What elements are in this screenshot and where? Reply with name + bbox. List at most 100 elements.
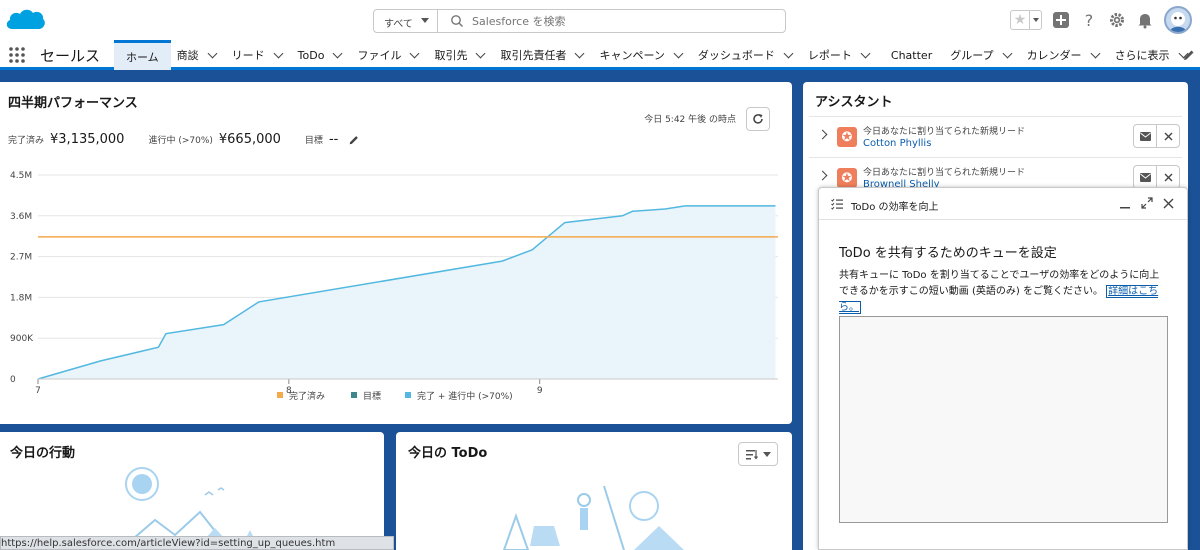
nav-tab[interactable]: 取引先 (428, 40, 494, 70)
todo-empty-illustration (502, 485, 684, 550)
chevron-down-icon[interactable] (1090, 48, 1101, 58)
legend-label: 目標 (363, 390, 381, 402)
nav-tab-label: ファイル (357, 49, 402, 62)
search-scope-dropdown[interactable]: すべて (374, 10, 438, 32)
search-input[interactable] (472, 12, 772, 30)
events-title: 今日の行動 (10, 446, 76, 461)
chevron-down-icon[interactable] (207, 48, 218, 58)
global-add-icon[interactable] (1052, 11, 1070, 29)
nav-tab-label: 取引先責任者 (500, 49, 567, 62)
legend-swatch (277, 392, 283, 398)
chevron-down-icon[interactable] (575, 48, 585, 58)
nav-tab[interactable]: ファイル (351, 40, 428, 70)
nav-tab[interactable]: Chatter (879, 40, 944, 70)
quarterly-performance-card: 四半期パフォーマンス 今日 5:42 午後 の時点 完了済み ¥3,135,00… (0, 82, 792, 424)
video-player[interactable] (839, 316, 1168, 523)
app-name: セールス (40, 47, 101, 65)
app-navigation-bar: セールス ホーム 商談 リード ToDo ファイル 取引先 取引先責任者 キャンペーン ダッシュ… (0, 40, 1200, 70)
goal-label: 目標 (304, 136, 323, 146)
user-avatar[interactable] (1164, 6, 1192, 34)
setup-gear-icon[interactable] (1108, 11, 1126, 29)
expand-chevron-icon[interactable] (817, 170, 828, 181)
favorites-dropdown-icon[interactable] (1029, 11, 1041, 29)
chevron-down-icon[interactable] (1002, 48, 1013, 58)
legend-label: 完了 + 進行中 (>70%) (417, 390, 513, 402)
nav-tab[interactable]: カレンダー (1021, 40, 1109, 70)
chevron-down-icon[interactable] (783, 48, 794, 58)
nav-tab-label: Chatter (890, 48, 933, 62)
chevron-down-icon[interactable] (476, 48, 486, 58)
lead-star-icon: ✪ (837, 127, 857, 147)
y-tick-label: 2.7M (10, 253, 32, 263)
expand-icon[interactable] (1141, 197, 1153, 209)
send-email-button[interactable] (1133, 165, 1157, 189)
panel-header: ToDo の効率を向上 (819, 188, 1187, 220)
chevron-down-icon[interactable] (333, 48, 343, 58)
nav-tab-label: 取引先 (434, 49, 468, 62)
caret-down-icon (421, 18, 429, 23)
nav-tab[interactable]: 取引先責任者 (494, 40, 593, 70)
dismiss-button[interactable] (1156, 165, 1180, 189)
email-icon (1139, 131, 1151, 141)
assistant-title: アシスタント (815, 95, 893, 110)
favorites-group: ★ (1010, 10, 1042, 30)
todo-sort-button[interactable] (738, 442, 778, 466)
nav-tab[interactable]: 商談 (171, 40, 226, 70)
close-icon[interactable] (1163, 198, 1174, 209)
series-area (38, 205, 776, 379)
minimize-icon[interactable] (1119, 198, 1131, 210)
nav-tab[interactable]: ホーム (114, 40, 171, 70)
nav-tab[interactable]: リード (226, 40, 292, 70)
expand-chevron-icon[interactable] (817, 129, 828, 140)
email-icon (1139, 172, 1151, 182)
help-icon[interactable]: ? (1080, 11, 1098, 29)
edit-goal-pencil-icon[interactable] (348, 134, 360, 146)
open-label: 進行中 (>70%) (148, 136, 213, 146)
nav-tab[interactable]: グループ (944, 40, 1020, 70)
chevron-down-icon[interactable] (860, 48, 871, 58)
chevron-down-icon[interactable] (673, 48, 684, 58)
nav-tab[interactable]: レポート (802, 40, 879, 70)
chevron-down-icon[interactable] (410, 48, 420, 58)
astro-avatar-icon (1170, 12, 1186, 32)
assistant-item-text: 今日あなたに割り当てられた新規リード (863, 168, 1026, 178)
nav-tab-label: キャンペーン (599, 49, 665, 62)
nav-tab[interactable]: ToDo (292, 40, 352, 70)
performance-stats: 完了済み ¥3,135,000 進行中 (>70%) ¥665,000 目標 -… (8, 132, 360, 147)
chevron-down-icon[interactable] (273, 48, 284, 58)
lead-star-icon: ✪ (837, 168, 857, 188)
assistant-item-text: 今日あなたに割り当てられた新規リード (863, 127, 1026, 137)
notifications-bell-icon[interactable] (1136, 11, 1154, 29)
panel-description: 共有キューに ToDo を割り当てることでユーザの効率をどのように向上できるかを… (839, 268, 1169, 316)
checklist-icon (831, 198, 843, 210)
search-scope-label: すべて (384, 19, 413, 30)
refresh-icon (753, 114, 763, 124)
lead-link[interactable]: Cotton Phyllis (863, 138, 931, 149)
close-icon (1164, 173, 1172, 181)
legend-label: 完了済み (289, 390, 325, 402)
status-bar-url: https://help.salesforce.com/articleView?… (0, 536, 394, 550)
performance-chart: 0900K1.8M2.7M3.6M4.5M7 8 9完了済み 目標 完了 + 進行中 (… (10, 171, 778, 402)
favorite-star-icon[interactable]: ★ (1011, 11, 1029, 29)
send-email-button[interactable] (1133, 124, 1157, 148)
app-launcher-icon[interactable] (8, 46, 26, 64)
nav-tab-label: 商談 (176, 49, 199, 62)
nav-tab[interactable]: キャンペーン (593, 40, 691, 70)
global-search: すべて (373, 9, 786, 33)
y-tick-label: 3.6M (10, 212, 32, 222)
sort-icon (746, 450, 758, 460)
as-of-timestamp: 今日 5:42 午後 の時点 (644, 115, 736, 125)
salesforce-logo-icon[interactable] (4, 5, 46, 35)
dismiss-button[interactable] (1156, 124, 1180, 148)
y-tick-label: 900K (10, 334, 34, 344)
refresh-button[interactable] (746, 107, 770, 131)
nav-tab-label: カレンダー (1026, 49, 1082, 62)
todo-efficiency-panel: ToDo の効率を向上 ToDo を共有するためのキューを設定 共有キューに T… (818, 187, 1188, 550)
nav-tab[interactable]: ダッシュボード (692, 40, 802, 70)
x-tick-label: 7 (35, 386, 41, 396)
panel-title: ToDo の効率を向上 (851, 202, 939, 213)
edit-nav-pencil-icon[interactable] (1182, 48, 1196, 62)
nav-tab-label: リード (231, 49, 265, 62)
nav-tab-label: ToDo (297, 48, 325, 62)
panel-heading: ToDo を共有するためのキューを設定 (839, 246, 1057, 261)
